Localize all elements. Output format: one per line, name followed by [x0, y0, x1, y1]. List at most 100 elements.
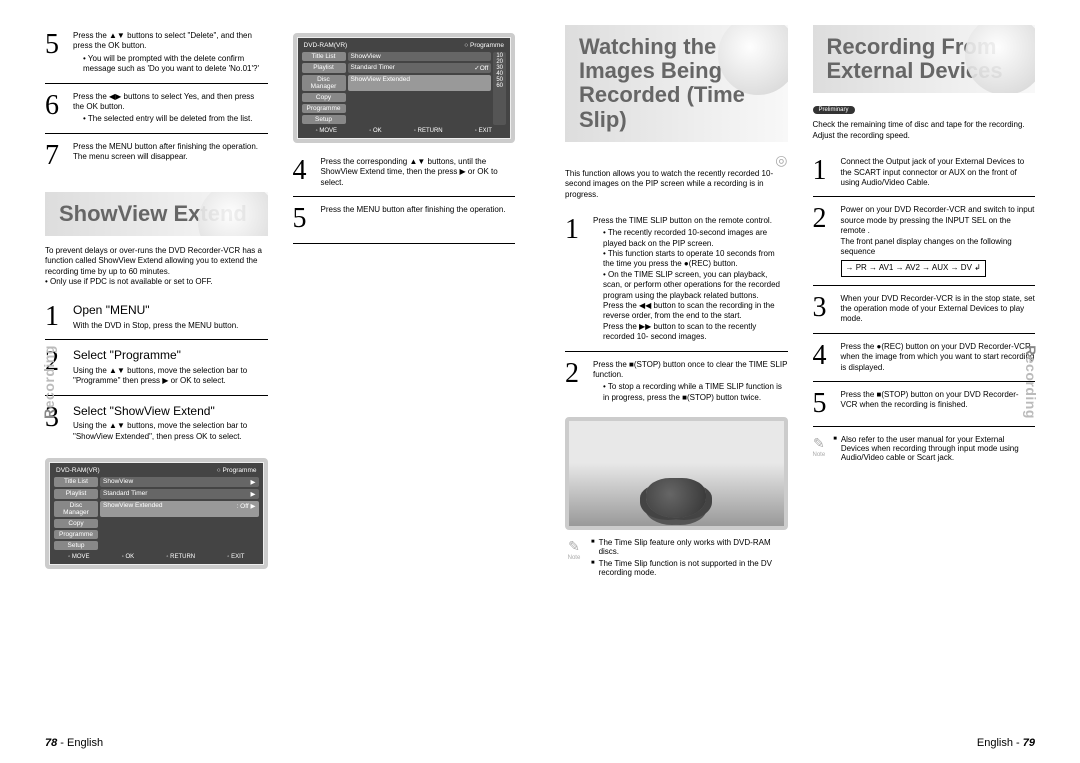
left-columns: 5 Press the ▲▼ buttons to select "Delete… [45, 25, 515, 577]
banner-title: Recording From External Devices [827, 35, 1022, 83]
osd-foot: OK [369, 128, 381, 134]
footer-sep: - [57, 737, 67, 749]
page-left: Recording 5 Press the ▲▼ buttons to sele… [0, 0, 540, 763]
footer-lang: English [977, 737, 1013, 749]
step-1-menu: 1 Open "MENU" With the DVD in Stop, pres… [45, 297, 268, 340]
pencil-icon: ✎ [568, 538, 580, 554]
step-text: Using the ▲▼ buttons, move the selection… [73, 366, 268, 387]
page-number: 79 [1023, 737, 1035, 749]
note-item: The Time Slip feature only works with DV… [599, 538, 788, 556]
osd-cell: Copy [302, 93, 346, 102]
osd-inner: DVD-RAM(VR) ○ Programme Title List ShowVi… [298, 38, 511, 138]
step-body: Power on your DVD Recorder-VCR and switc… [841, 205, 1036, 276]
osd-cell: Standard Timer [103, 490, 147, 498]
osd-header-left: DVD-RAM(VR) [56, 467, 100, 474]
osd-header-right: Programme [223, 467, 257, 474]
sequence-box: → PR → AV1 → AV2 → AUX → DV ↲ [841, 260, 986, 276]
step-body: Press the ▲▼ buttons to select "Delete",… [73, 31, 268, 75]
osd-foot: RETURN [414, 128, 443, 134]
osd-screenshot-top: DVD-RAM(VR) ○ Programme Title List ShowVi… [293, 33, 516, 143]
step-num: 1 [565, 216, 593, 244]
side-label-left: Recording [41, 345, 57, 419]
osd-footer: MOVE OK RETURN EXIT [54, 551, 259, 560]
step-6: 6 Press the ◀▶ buttons to select Yes, an… [45, 86, 268, 134]
side-label-rest: ecording [1023, 355, 1039, 418]
osd-cell: Standard Timer [351, 64, 395, 72]
note-body: The Time Slip feature only works with DV… [591, 538, 788, 580]
grapes-icon [646, 478, 706, 518]
banner-showview-extend: ShowView Extend [45, 192, 268, 236]
pill-preliminary: Preliminary [813, 106, 855, 114]
footer-left: 78 - English [45, 737, 103, 749]
side-label-rest: ecording [41, 345, 57, 408]
dvd-ram-icon: ◎ [565, 152, 788, 169]
osd-screenshot-bottom: DVD-RAM(VR) ○ Programme Title ListShowVi… [45, 458, 268, 569]
osd-cell: Playlist [54, 489, 98, 499]
step-head: Open "MENU" [73, 303, 268, 319]
banner-time-slip: Watching the Images Being Recorded (Time… [565, 25, 788, 142]
step-text: Press the ●(REC) button on your DVD Reco… [841, 342, 1036, 373]
intro-text: This function allows you to watch the re… [565, 169, 788, 200]
osd-option-list: 10 20 30 40 50 60 [493, 52, 506, 125]
step-num: 5 [293, 205, 321, 233]
step-ext-4: 4 Press the ●(REC) button on your DVD Re… [813, 336, 1036, 382]
step-text: Press the ◀▶ buttons to select Yes, and … [73, 92, 268, 113]
banner-title: ShowView Extend [59, 202, 254, 226]
osd-cell: Disc Manager [302, 75, 346, 91]
note-item: The Time Slip function is not supported … [599, 559, 788, 577]
step-ts-2: 2 Press the ■(STOP) button once to clear… [565, 354, 788, 412]
osd-header: DVD-RAM(VR) ○ Programme [54, 467, 259, 476]
osd-footer: MOVE OK RETURN EXIT [302, 125, 507, 134]
step-body: Select "ShowView Extend" Using the ▲▼ bu… [73, 404, 268, 442]
osd-cell: Copy [54, 519, 98, 528]
banner-title: Watching the Images Being Recorded (Time… [579, 35, 774, 132]
step-text: Press the MENU button after finishing th… [321, 205, 516, 215]
step-num: 3 [813, 294, 841, 322]
osd-foot: MOVE [316, 128, 337, 134]
step-text: Press the MENU button after finishing th… [73, 142, 268, 163]
osd-cell: ShowView Extended [351, 76, 411, 90]
step-num: 6 [45, 92, 73, 120]
step-num: 2 [813, 205, 841, 233]
note-block: ✎ Note Also refer to the user manual for… [813, 435, 1036, 465]
step-2-programme: 2 Select "Programme" Using the ▲▼ button… [45, 342, 268, 395]
side-label-accent: R [1023, 345, 1039, 356]
step-bullet: This function starts to operate 10 secon… [603, 249, 788, 270]
step-text: With the DVD in Stop, press the MENU but… [73, 321, 268, 331]
osd-foot: EXIT [227, 554, 244, 560]
intro-main: To prevent delays or over-runs the DVD R… [45, 246, 262, 276]
osd-foot: OK [122, 554, 134, 560]
page-number: 78 [45, 737, 57, 749]
step-text: Connect the Output jack of your External… [841, 157, 1036, 188]
step-text: When your DVD Recorder-VCR is in the sto… [841, 294, 1036, 325]
note-body: Also refer to the user manual for your E… [833, 435, 1035, 465]
step-text: Power on your DVD Recorder-VCR and switc… [841, 205, 1036, 257]
osd-foot: EXIT [475, 128, 492, 134]
osd-value: : Off ▶ [237, 502, 256, 516]
osd-inner: DVD-RAM(VR) ○ Programme Title ListShowVi… [50, 463, 263, 564]
step-num: 5 [813, 390, 841, 418]
step-bullet: To stop a recording while a TIME SLIP fu… [603, 382, 788, 403]
note-icon: ✎ Note [565, 538, 583, 580]
osd-cell: Programme [302, 104, 346, 113]
osd-cell: Title List [302, 52, 346, 61]
step-text: Press the ■(STOP) button once to clear t… [593, 360, 788, 381]
step-text: Using the ▲▼ buttons, move the selection… [73, 421, 268, 442]
osd-cell: ShowView [351, 53, 381, 60]
step-bullet: On the TIME SLIP screen, you can playbac… [603, 270, 788, 343]
osd-header: DVD-RAM(VR) ○ Programme [302, 42, 507, 51]
note-item: Also refer to the user manual for your E… [841, 435, 1035, 462]
step-num: 1 [813, 157, 841, 185]
step-body: Press the ◀▶ buttons to select Yes, and … [73, 92, 268, 125]
osd-header-right: Programme [470, 42, 504, 49]
footer-right: English - 79 [977, 737, 1035, 749]
osd-foot: RETURN [166, 554, 195, 560]
intro-text: Check the remaining time of disc and tap… [813, 120, 1036, 141]
osd-cell: Playlist [302, 63, 346, 73]
osd-opt: Off [480, 65, 489, 72]
osd-foot: MOVE [68, 554, 89, 560]
note-icon: ✎ Note [813, 435, 826, 465]
right-col-b: Recording From External Devices Prelimin… [813, 25, 1036, 580]
step-4: 4 Press the corresponding ▲▼ buttons, un… [293, 151, 516, 197]
step-ts-1: 1 Press the TIME SLIP button on the remo… [565, 210, 788, 352]
